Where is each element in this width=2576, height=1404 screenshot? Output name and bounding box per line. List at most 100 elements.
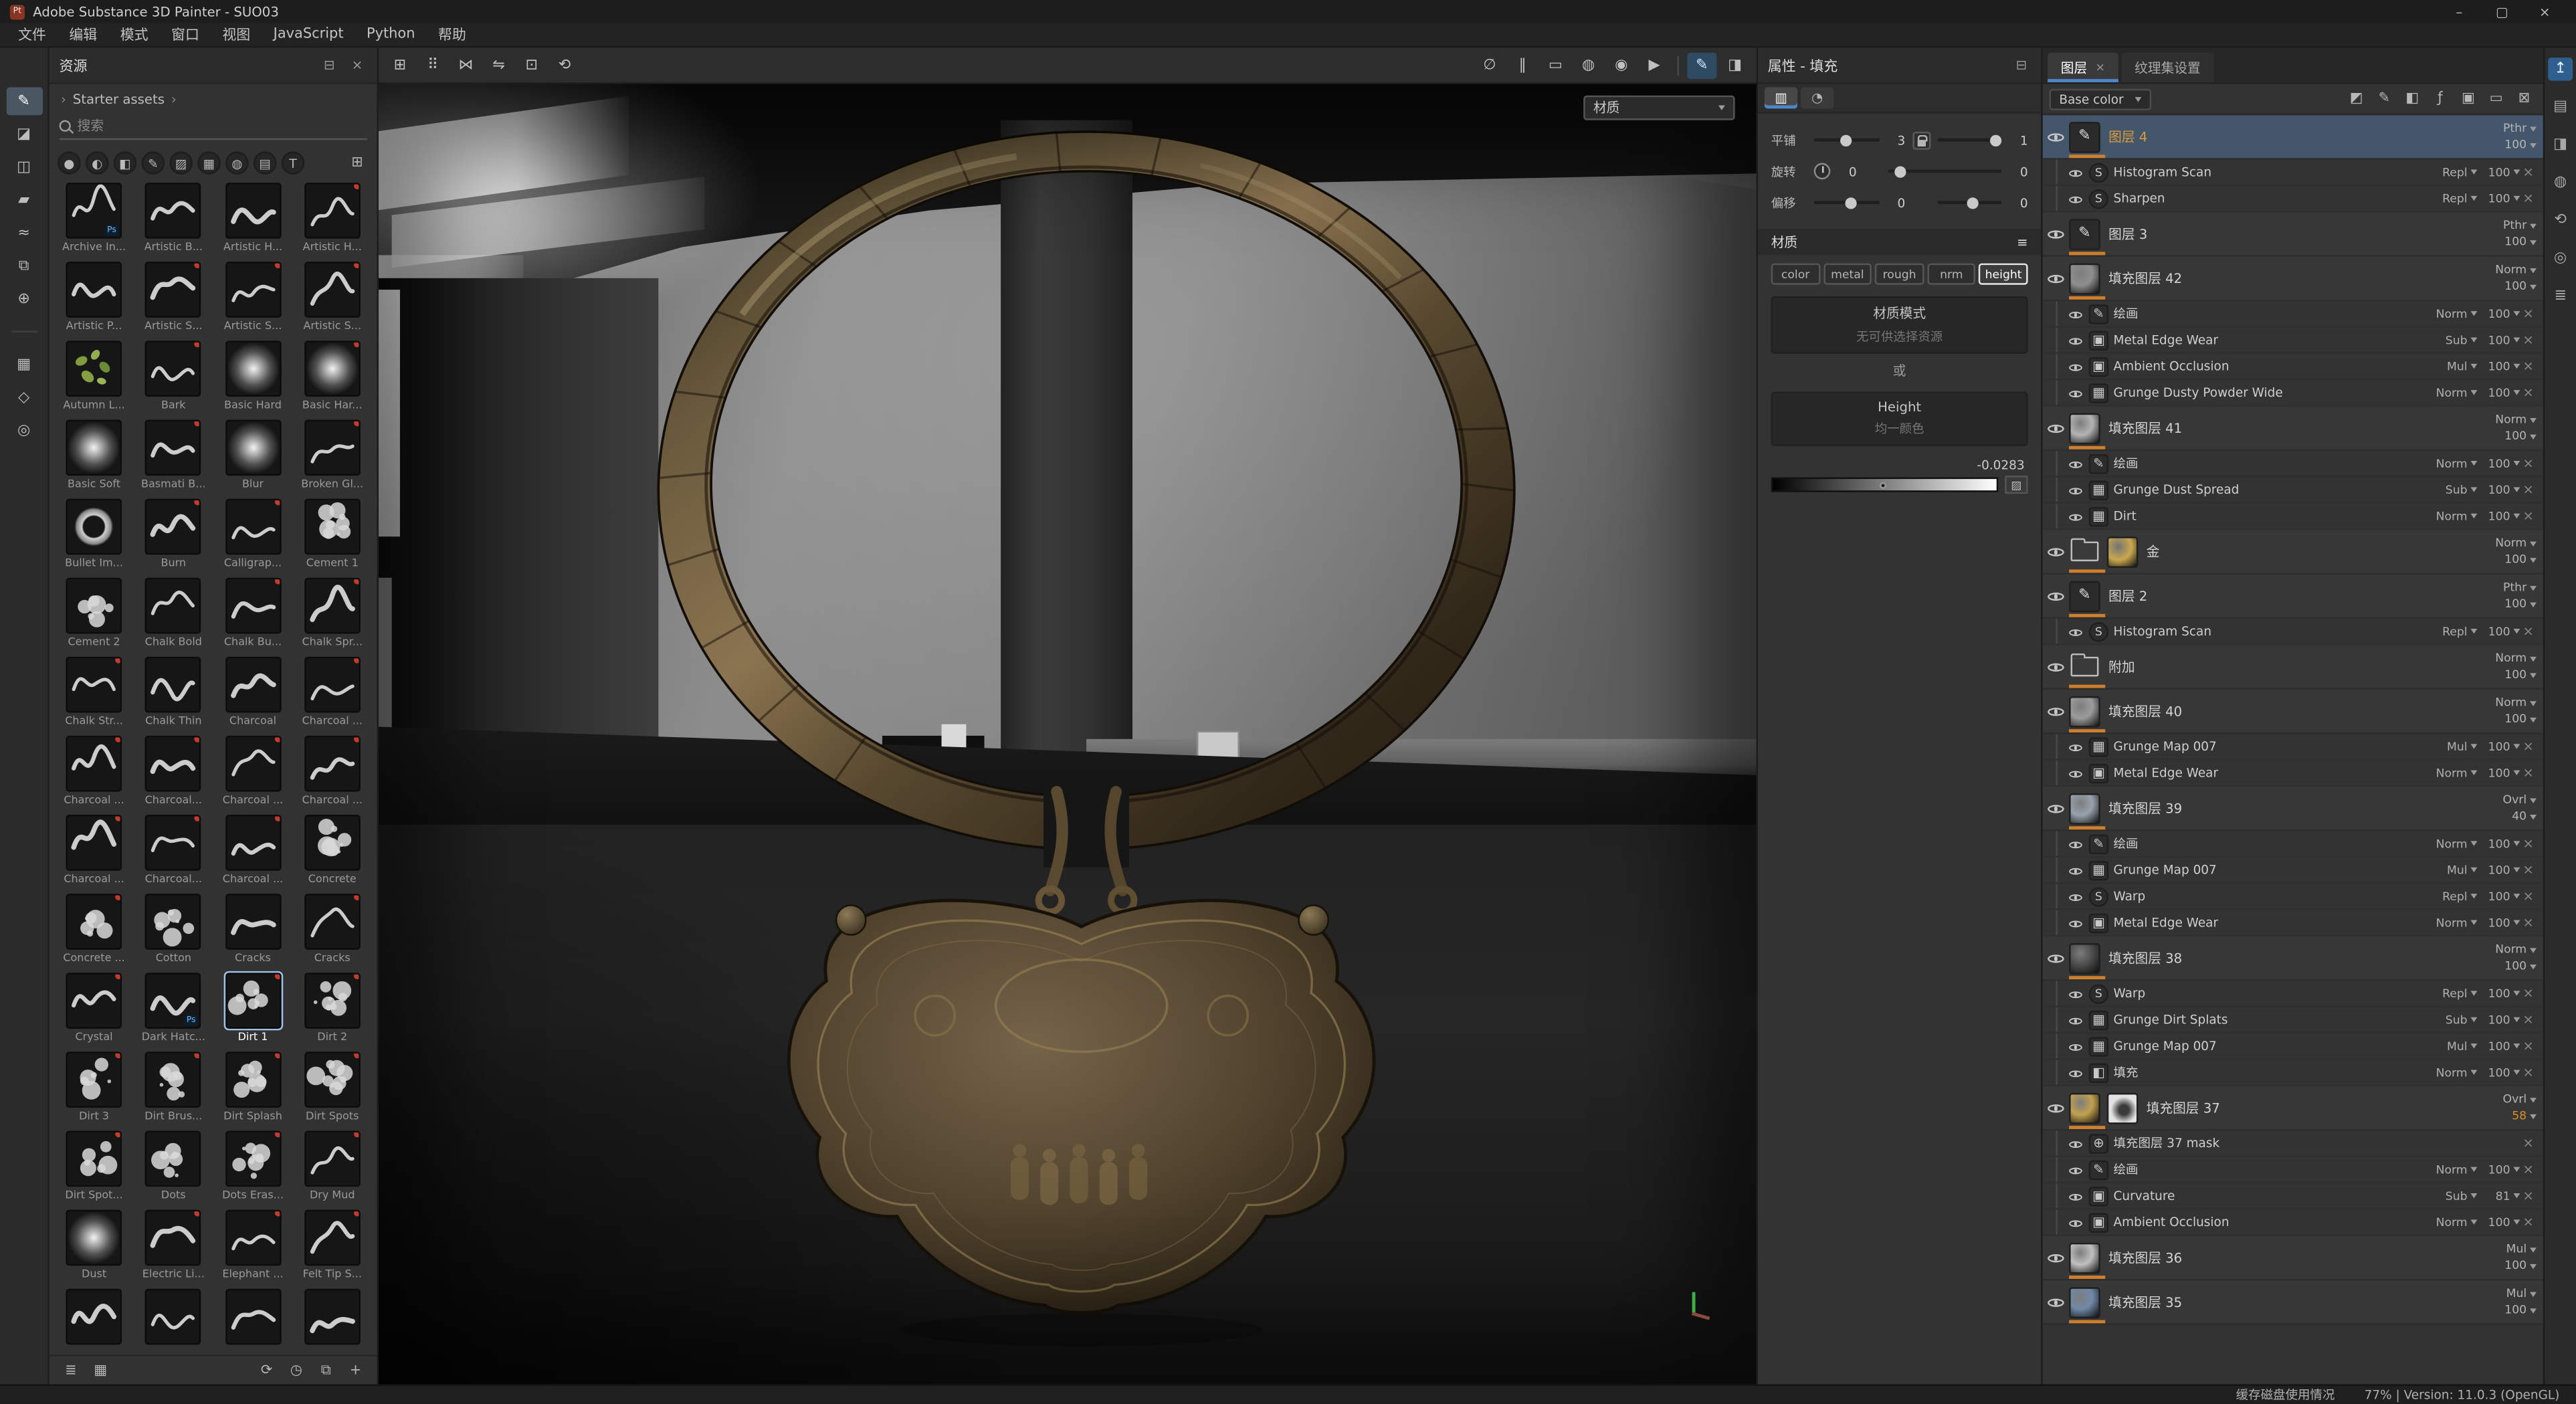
tiling-value[interactable]: 3 [1886, 132, 1906, 147]
necklace-3d-model[interactable] [379, 84, 1757, 1384]
brush-item[interactable]: Dry Mud [294, 1131, 371, 1210]
effect-blend-dropdown[interactable]: Repl [2425, 625, 2478, 638]
add-mask-icon[interactable]: ◩ [2344, 87, 2369, 110]
blend-mode-dropdown[interactable]: Ovrl [2503, 794, 2537, 805]
blend-mode-dropdown[interactable]: Norm [2495, 414, 2537, 425]
visibility-toggle-icon[interactable] [2068, 834, 2084, 853]
quick-mask-icon[interactable]: ▦ [6, 350, 42, 379]
uv-selection-icon[interactable]: ◇ [6, 383, 42, 411]
brush-item[interactable] [135, 1289, 211, 1355]
brush-item[interactable]: Charcoal [215, 657, 291, 736]
visibility-toggle-icon[interactable] [2068, 454, 2084, 473]
tiling-v-value[interactable]: 1 [2008, 132, 2028, 147]
visibility-toggle-icon[interactable] [2068, 189, 2084, 208]
effect-row[interactable]: SWarpRepl100× [2043, 981, 2543, 1007]
remove-effect-icon[interactable]: × [2520, 306, 2537, 321]
layer-row[interactable]: ✎图层 4Pthr100 [2043, 115, 2543, 159]
brush-item[interactable]: Charcoal ... [294, 657, 371, 736]
pendant-plate[interactable] [789, 900, 1374, 1312]
tile-windows-icon[interactable]: ⊞ [385, 52, 415, 78]
effect-row[interactable]: SHistogram ScanRepl100× [2043, 160, 2543, 186]
effect-row[interactable]: ▦DirtNorm100× [2043, 504, 2543, 530]
grid-view-icon[interactable]: ⊞ [346, 151, 369, 174]
visibility-toggle-icon[interactable] [2046, 585, 2066, 607]
layer-row[interactable]: 填充图层 35Mul100 [2043, 1280, 2543, 1324]
visibility-toggle-icon[interactable] [2068, 507, 2084, 526]
brush-item[interactable]: Concrete ... [56, 894, 132, 973]
brush-item[interactable]: Basic Hard [215, 340, 291, 419]
filter-all-icon[interactable]: ● [58, 151, 80, 174]
offset-u-slider[interactable] [1814, 201, 1879, 204]
tiling-v-slider[interactable] [1937, 138, 2001, 142]
remove-effect-icon[interactable]: × [2520, 889, 2537, 904]
blend-mode-dropdown[interactable]: Pthr [2503, 582, 2537, 593]
offset-v-value[interactable]: 0 [2008, 195, 2028, 210]
effect-blend-dropdown[interactable]: Sub [2425, 1013, 2478, 1027]
brush-item[interactable]: Chalk Thin [135, 657, 211, 736]
brush-item[interactable]: Concrete [294, 815, 371, 894]
close-tab-icon[interactable]: × [2095, 61, 2104, 74]
list-view-icon[interactable]: ≣ [60, 1359, 82, 1381]
filter-smart-materials-icon[interactable]: ◧ [114, 151, 136, 174]
visibility-toggle-icon[interactable] [2046, 267, 2066, 290]
effect-row[interactable]: ▦Grunge Dusty Powder WideNorm100× [2043, 380, 2543, 406]
brush-item[interactable]: Dots [135, 1131, 211, 1210]
visibility-toggle-icon[interactable] [2068, 383, 2084, 402]
effect-blend-dropdown[interactable]: Norm [2425, 916, 2478, 929]
effect-blend-dropdown[interactable]: Mul [2425, 740, 2478, 753]
brush-item[interactable]: Chalk Spr... [294, 578, 371, 657]
brush-item[interactable]: Artistic H... [215, 183, 291, 262]
visibility-toggle-icon[interactable] [2046, 1246, 2066, 1269]
export-textures-icon[interactable]: ↥ [2548, 58, 2573, 80]
brush-item[interactable]: PsDark Hatc... [135, 973, 211, 1051]
visibility-toggle-icon[interactable] [2046, 797, 2066, 819]
brush-item[interactable]: Crystal [56, 973, 132, 1051]
snapshot-history-icon[interactable]: ⟲ [550, 52, 579, 78]
brush-item[interactable]: Broken Gl... [294, 419, 371, 498]
gradient-picker-button[interactable]: ▨ [2005, 476, 2027, 494]
effect-opacity-dropdown[interactable]: 100 [2477, 987, 2520, 1000]
visibility-toggle-icon[interactable] [2068, 1011, 2084, 1029]
effect-opacity-dropdown[interactable]: 100 [2477, 360, 2520, 373]
visibility-toggle-icon[interactable] [2046, 540, 2066, 563]
brush-item[interactable]: Artistic B... [135, 183, 211, 262]
visibility-toggle-icon[interactable] [2068, 861, 2084, 880]
brush-item[interactable]: Cement 2 [56, 578, 132, 657]
blend-mode-dropdown[interactable]: Ovrl [2503, 1094, 2537, 1105]
visibility-toggle-icon[interactable] [2068, 330, 2084, 349]
brush-item[interactable]: Dirt Spot... [56, 1131, 132, 1210]
display-filter-icon[interactable]: ◎ [6, 417, 42, 445]
remove-effect-icon[interactable]: × [2520, 332, 2537, 347]
effect-opacity-dropdown[interactable]: 100 [2477, 625, 2520, 638]
breadcrumb-chevron[interactable]: › [61, 92, 66, 106]
opacity-dropdown[interactable]: 100 [2504, 961, 2537, 972]
effect-opacity-dropdown[interactable]: 100 [2477, 457, 2520, 470]
channel-chip-color[interactable]: color [1771, 264, 1820, 285]
brush-item[interactable]: Chalk Bold [135, 578, 211, 657]
channel-filter-dropdown[interactable]: Base color [2050, 88, 2152, 110]
effect-blend-dropdown[interactable]: Repl [2425, 987, 2478, 1000]
slider-handle[interactable] [1968, 197, 1979, 208]
effect-blend-dropdown[interactable]: Norm [2425, 307, 2478, 320]
menu-item-窗口[interactable]: 窗口 [160, 25, 211, 45]
brush-item[interactable]: Calligrap... [215, 499, 291, 578]
menu-item-模式[interactable]: 模式 [108, 25, 159, 45]
brush-item[interactable]: Cracks [215, 894, 291, 973]
opacity-dropdown[interactable]: 100 [2504, 714, 2537, 725]
visibility-toggle-icon[interactable] [2046, 222, 2066, 245]
remove-effect-icon[interactable]: × [2520, 1039, 2537, 1054]
visibility-toggle-icon[interactable] [2068, 163, 2084, 181]
effect-opacity-dropdown[interactable]: 100 [2477, 1215, 2520, 1229]
dock-panel-icon[interactable]: ⊟ [2011, 58, 2032, 72]
dots-grid-icon[interactable]: ⠿ [418, 52, 448, 78]
effect-opacity-dropdown[interactable]: 100 [2477, 192, 2520, 205]
brush-item[interactable]: Artistic H... [294, 183, 371, 262]
height-mode-box[interactable]: Height 均一颜色 [1771, 392, 2028, 446]
thumbnail-size-icon[interactable]: ▦ [89, 1359, 112, 1381]
effect-row[interactable]: SSharpenRepl100× [2043, 186, 2543, 212]
brush-item[interactable] [294, 1289, 371, 1355]
filter-textures-icon[interactable]: ▦ [197, 151, 220, 174]
viewport-layout-icon[interactable]: ▭ [1541, 52, 1570, 78]
brush-item[interactable]: PsArchive In... [56, 183, 132, 262]
history-dock-icon[interactable]: ⟲ [2548, 209, 2573, 232]
